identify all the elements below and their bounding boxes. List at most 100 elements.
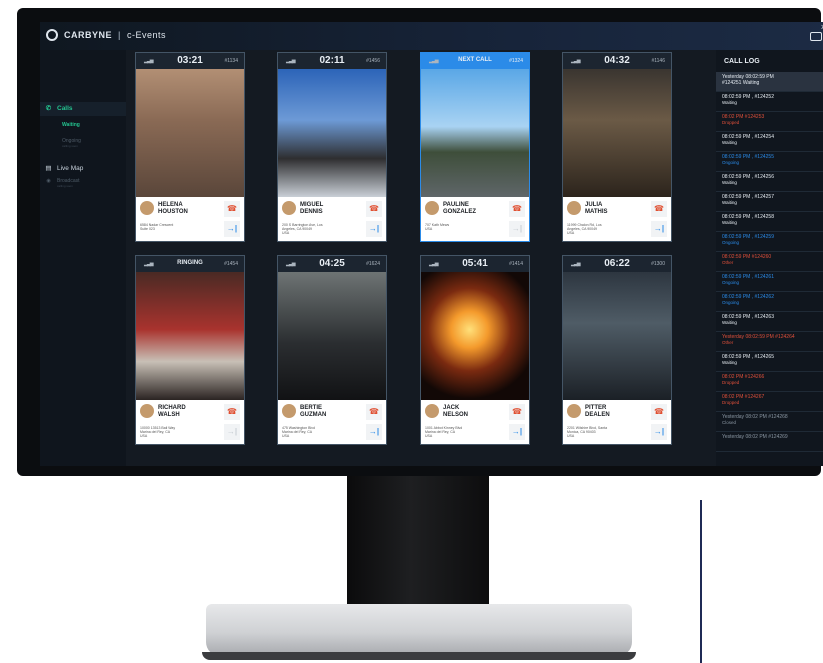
hangup-phone-icon[interactable]: ☎	[224, 404, 240, 420]
call-log-item[interactable]: 08:02:59 PM , #124252 Waiting	[716, 92, 823, 112]
hangup-phone-icon[interactable]: ☎	[224, 201, 240, 217]
sidebar: ✆ Calls Waiting Ongoing calling soon ▤ Liv…	[40, 50, 126, 466]
caller-address: 6584 Nadar Crescent Suite 023	[140, 223, 174, 231]
caller-name: BERTIE GUZMAN	[300, 405, 327, 418]
product-name: c-Events	[127, 30, 167, 40]
call-log-item[interactable]: 08:02:59 PM , #124263 Waiting	[716, 312, 823, 332]
call-card-header: ▂▃▅ 05:41 #1414	[421, 256, 529, 272]
video-feed[interactable]	[136, 69, 244, 197]
caller-name: JULIA MATHIS	[585, 202, 608, 215]
avatar	[425, 201, 439, 215]
call-card[interactable]: ▂▃▅ 03:21 #1134 HELENA HOUSTON 6584 Nada…	[135, 52, 245, 242]
transfer-icon[interactable]: →|	[224, 424, 240, 440]
call-card[interactable]: ▂▃▅ 05:41 #1414 JACK NELSON 1001 Abbot K…	[420, 255, 530, 445]
caller-info: HELENA HOUSTON 6584 Nadar Crescent Suite…	[136, 197, 244, 241]
monitor-stand-base	[206, 604, 632, 656]
app-logo: CARBYNE | c-Events	[46, 29, 166, 41]
call-log-item[interactable]: 08:02 PM #124253 Dropped	[716, 112, 823, 132]
call-log-item[interactable]: 08:02:59 PM , #124257 Waiting	[716, 192, 823, 212]
call-id: #1456	[366, 58, 380, 64]
sidebar-item-ongoing[interactable]: Ongoing calling soon	[62, 138, 122, 148]
call-id: #1300	[651, 261, 665, 267]
transfer-icon[interactable]: →|	[366, 221, 382, 237]
avatar	[140, 201, 154, 215]
call-log-item[interactable]: Yesterday 08:02 PM #124268 Closed	[716, 412, 823, 432]
video-feed[interactable]	[421, 272, 529, 400]
brand-name: CARBYNE	[64, 30, 113, 40]
caller-address: 2201 Wilshire Blvd, Santa Monica, CA 904…	[567, 426, 608, 438]
video-feed[interactable]	[563, 272, 671, 400]
sidebar-item-calls[interactable]: ✆ Calls	[40, 102, 126, 116]
transfer-icon[interactable]: →|	[509, 424, 525, 440]
caller-name: PITTER DEALEN	[585, 405, 610, 418]
caller-address: 10000 13513 Bali Way Marina del Rey, CA …	[140, 426, 176, 438]
transfer-icon[interactable]: →|	[509, 221, 525, 237]
phone-icon: ✆	[45, 105, 52, 112]
call-log-panel: CALL LOG Yesterday 08:02:59 PM #124251 Wa…	[716, 50, 823, 466]
hangup-phone-icon[interactable]: ☎	[366, 404, 382, 420]
call-log-item[interactable]: 08:02:59 PM #124260 Other	[716, 252, 823, 272]
video-feed[interactable]	[563, 69, 671, 197]
video-feed[interactable]	[421, 69, 529, 197]
caller-address: 707 Kath Mews USA	[425, 223, 450, 231]
call-card[interactable]: ▂▃▅ 04:25 #1624 BERTIE GUZMAN 475 Washin…	[277, 255, 387, 445]
call-log-item[interactable]: 08:02 PM #124267 Dropped	[716, 392, 823, 412]
sidebar-item-live-map[interactable]: ▤ Live Map	[40, 162, 126, 176]
caller-name: JACK NELSON	[443, 405, 469, 418]
call-card[interactable]: ▂▃▅ 02:11 #1456 MIGUEL DENNIS 200 S Barr…	[277, 52, 387, 242]
hangup-phone-icon[interactable]: ☎	[509, 404, 525, 420]
call-log-item[interactable]: 08:02:59 PM , #124258 Waiting	[716, 212, 823, 232]
call-card-header: ▂▃▅ 06:22 #1300	[563, 256, 671, 272]
monitor-stand-neck	[347, 476, 489, 624]
caller-name: PAULINE GONZALEZ	[443, 202, 476, 215]
call-card[interactable]: ▂▃▅ 04:32 #1146 JULIA MATHIS 11999 Chalo…	[562, 52, 672, 242]
call-id: #1134	[224, 58, 238, 64]
call-log-item[interactable]: 08:02 PM #124266 Dropped	[716, 372, 823, 392]
call-log-item[interactable]: 08:02:59 PM , #124255 Ongoing	[716, 152, 823, 172]
call-card[interactable]: ▂▃▅ RINGING #1454 RICHARD WALSH 10000 13…	[135, 255, 245, 445]
hangup-phone-icon[interactable]: ☎	[651, 201, 667, 217]
call-card-header: ▂▃▅ NEXT CALL #1324	[421, 53, 529, 69]
call-log-item[interactable]: 08:02:59 PM , #124262 Ongoing	[716, 292, 823, 312]
call-id: #1454	[224, 261, 238, 267]
vertical-line	[700, 500, 702, 663]
call-card[interactable]: ▂▃▅ 06:22 #1300 PITTER DEALEN 2201 Wilsh…	[562, 255, 672, 445]
caller-info: JACK NELSON 1001 Abbot Kinney Blvd Marin…	[421, 400, 529, 444]
avatar	[140, 404, 154, 418]
avatar	[567, 201, 581, 215]
hangup-phone-icon[interactable]: ☎	[366, 201, 382, 217]
call-card-header: ▂▃▅ RINGING #1454	[136, 256, 244, 272]
transfer-icon[interactable]: →|	[366, 424, 382, 440]
call-id: #1324	[509, 58, 523, 64]
video-feed[interactable]	[278, 272, 386, 400]
avatar	[425, 404, 439, 418]
call-log-list: Yesterday 08:02:59 PM #124251 Waiting 08:0…	[716, 72, 823, 452]
sidebar-item-waiting[interactable]: Waiting	[62, 122, 122, 128]
call-card[interactable]: ▂▃▅ NEXT CALL #1324 PAULINE GONZALEZ 707…	[420, 52, 530, 242]
call-log-item[interactable]: Yesterday 08:02:59 PM #124251 Waiting	[716, 72, 823, 92]
call-log-title: CALL LOG	[724, 58, 760, 65]
call-id: #1146	[651, 58, 665, 64]
call-log-item[interactable]: Yesterday 08:02:59 PM #124264 Other	[716, 332, 823, 352]
call-log-item[interactable]: Yesterday 08:02 PM #124269	[716, 432, 823, 452]
transfer-icon[interactable]: →|	[651, 221, 667, 237]
video-feed[interactable]	[136, 272, 244, 400]
call-log-item[interactable]: 08:02:59 PM , #124259 Ongoing	[716, 232, 823, 252]
hangup-phone-icon[interactable]: ☎	[509, 201, 525, 217]
transfer-icon[interactable]: →|	[224, 221, 240, 237]
call-log-item[interactable]: 08:02:59 PM , #124254 Waiting	[716, 132, 823, 152]
avatar	[567, 404, 581, 418]
call-log-item[interactable]: 08:02:59 PM , #124256 Waiting	[716, 172, 823, 192]
call-card-header: ▂▃▅ 03:21 #1134	[136, 53, 244, 69]
call-log-item[interactable]: 08:02:59 PM , #124261 Ongoing	[716, 272, 823, 292]
video-feed[interactable]	[278, 69, 386, 197]
transfer-icon[interactable]: →|	[651, 424, 667, 440]
hangup-phone-icon[interactable]: ☎	[651, 404, 667, 420]
caller-info: PAULINE GONZALEZ 707 Kath Mews USA ☎ →|	[421, 197, 529, 241]
screen-share-icon[interactable]	[810, 32, 822, 41]
call-log-item[interactable]: 08:02:59 PM , #124265 Waiting	[716, 352, 823, 372]
carbyne-logo-icon	[46, 29, 58, 41]
caller-address: 11999 Chalon Rd, Los Angeles, CA 90049 U…	[567, 223, 602, 235]
call-card-header: ▂▃▅ 02:11 #1456	[278, 53, 386, 69]
sidebar-item-broadcast[interactable]: ◉ Broadcast calling soon	[40, 178, 126, 188]
